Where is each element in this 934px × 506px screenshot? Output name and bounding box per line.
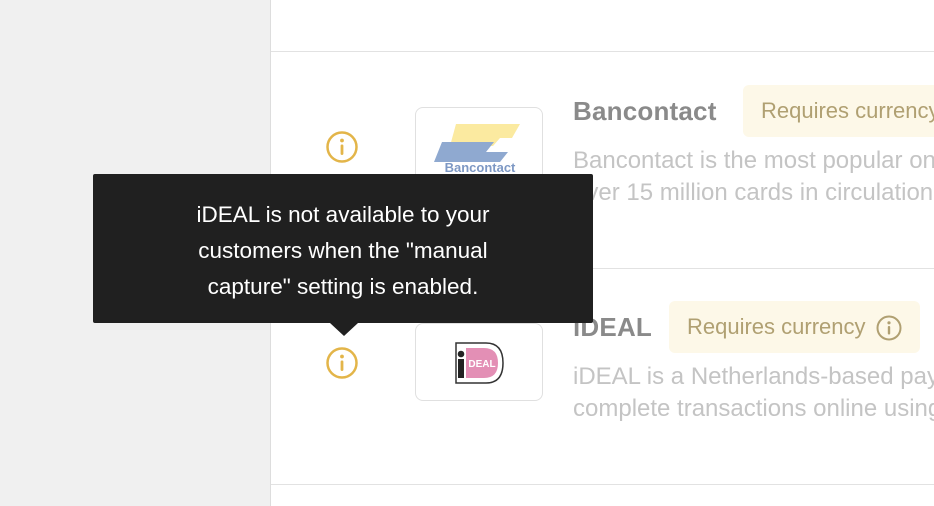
info-circle-icon[interactable]	[876, 315, 902, 341]
svg-text:DEAL: DEAL	[468, 359, 495, 370]
tooltip-text-line: customers when the "manual	[198, 238, 488, 263]
badge-label: Requires currency	[687, 314, 866, 339]
description-line: complete transactions online using their…	[573, 395, 934, 422]
info-circle-icon[interactable]	[326, 131, 358, 163]
tooltip-arrow	[330, 323, 358, 336]
info-circle-icon[interactable]	[326, 347, 358, 379]
bancontact-logo-text: Bancontact	[445, 160, 516, 175]
description-line: Bancontact is the most popular online pa…	[573, 147, 934, 174]
divider	[271, 51, 934, 52]
tooltip-text-line: iDEAL is not available to your	[196, 202, 490, 227]
method-description: Bancontact is the most popular online pa…	[573, 145, 934, 209]
ideal-logo-icon: DEAL	[455, 342, 504, 384]
tooltip-text-line: capture" setting is enabled.	[207, 274, 479, 299]
badge-label: Requires currency	[761, 98, 934, 123]
description-line: iDEAL is a Netherlands-based payment met…	[573, 363, 934, 390]
tooltip: iDEAL is not available to your customers…	[93, 174, 593, 323]
divider	[271, 484, 934, 485]
method-description: iDEAL is a Netherlands-based payment met…	[573, 361, 934, 425]
status-badge: Requires currency	[743, 85, 934, 137]
description-line: over 15 million cards in circulation.	[573, 179, 934, 206]
method-name: Bancontact	[573, 96, 717, 126]
status-badge: Requires currency	[669, 301, 920, 353]
ideal-logo: DEAL	[415, 323, 543, 401]
